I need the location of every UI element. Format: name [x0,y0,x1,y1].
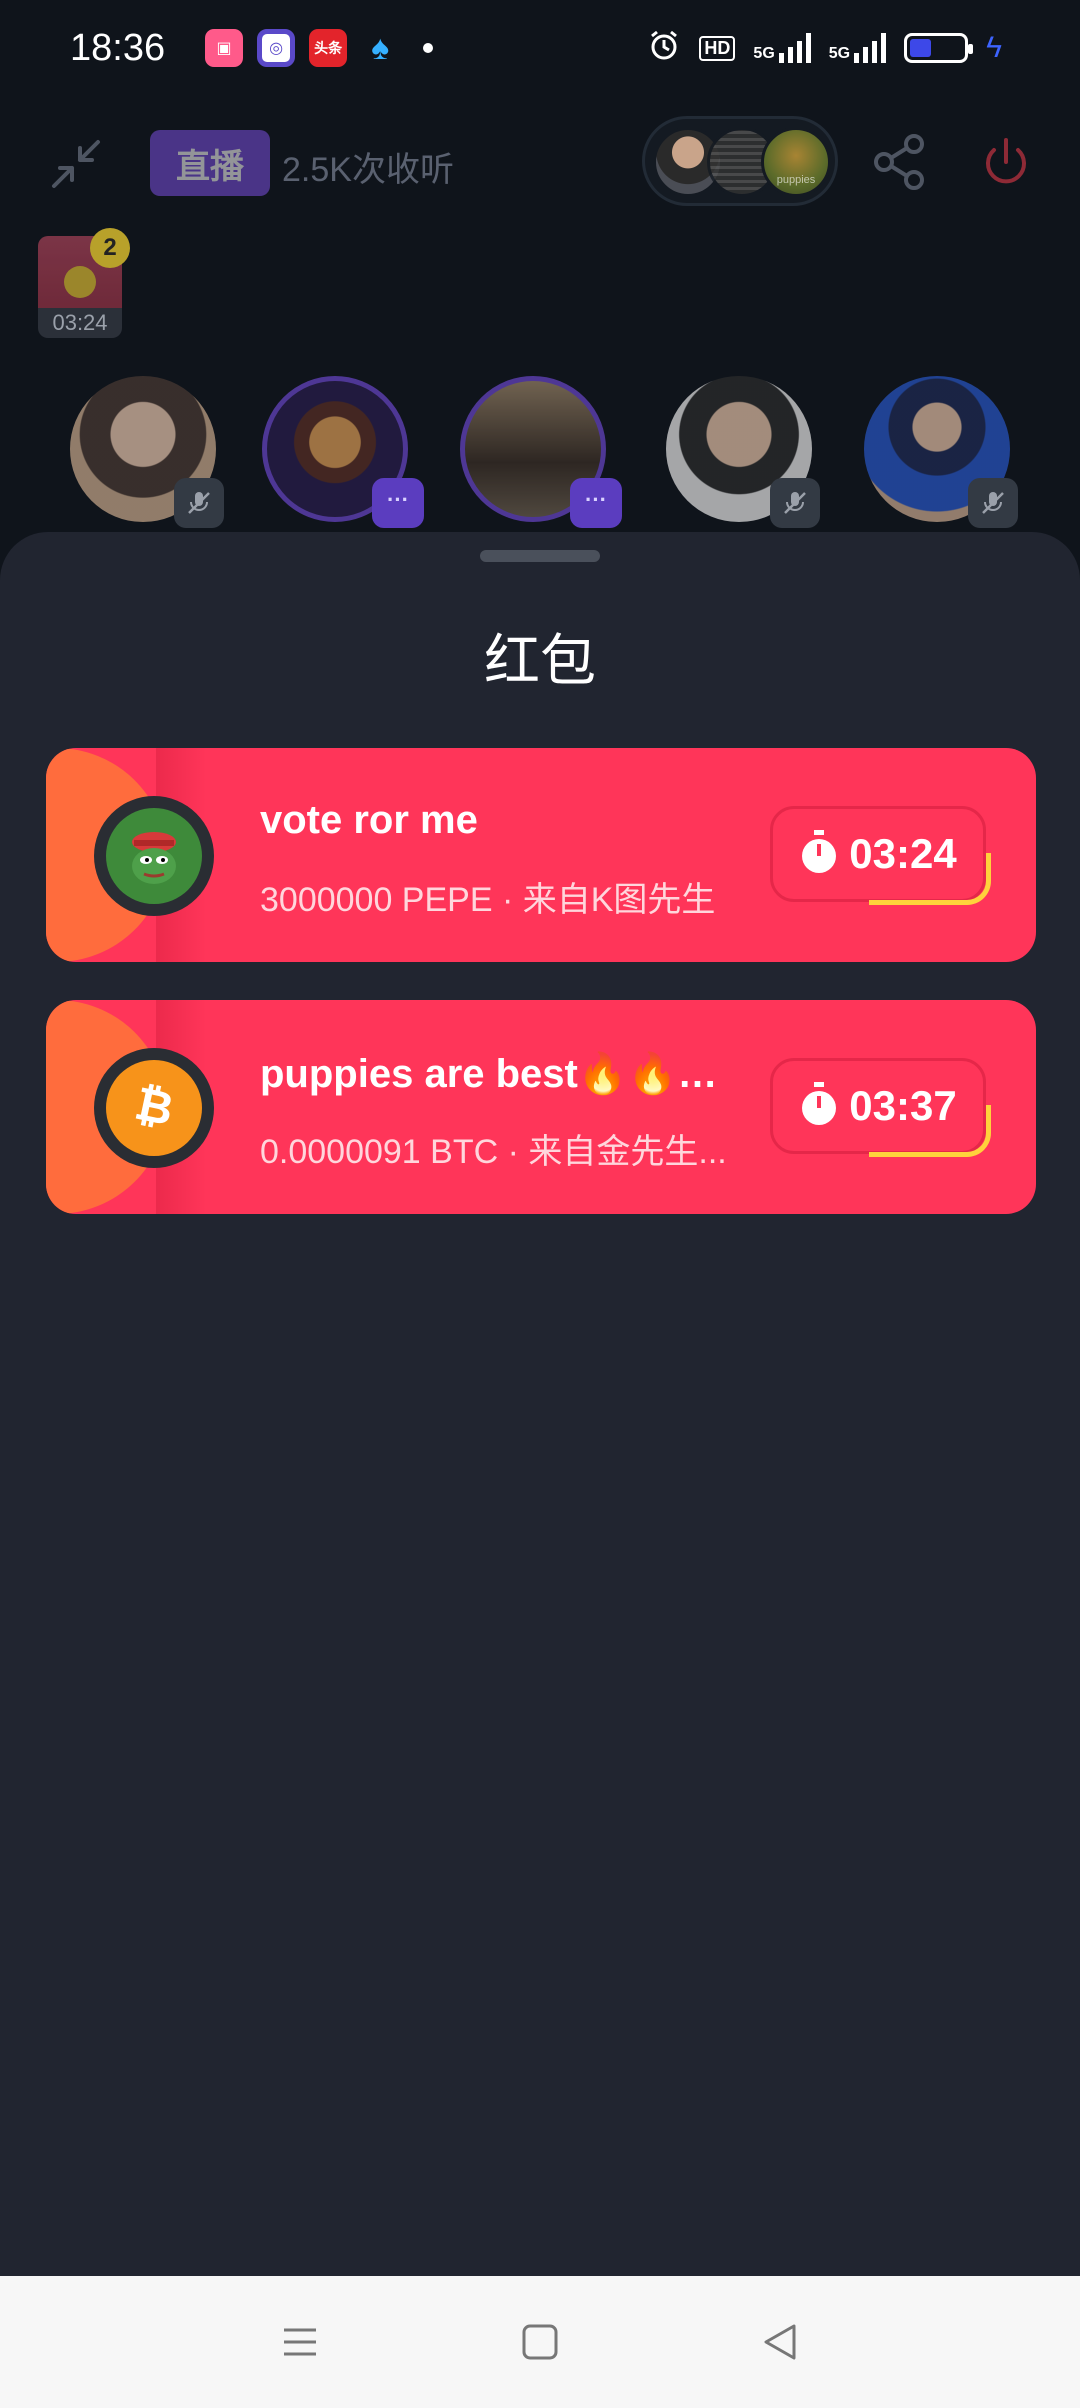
sheet-drag-handle[interactable] [480,550,600,562]
mic-muted-icon [770,478,820,528]
countdown-timer: 03:37 [770,1058,991,1157]
stack-avatar-3: puppies [761,127,831,197]
mic-muted-icon [174,478,224,528]
countdown-timer: 03:24 [770,806,991,905]
pepe-coin-icon [94,796,214,916]
red-envelope-sheet: 红包 vote ror me 3000000 PEPE · 来自K图先生 03:… [0,532,1080,2276]
stopwatch-icon [799,829,839,879]
listen-count: 2.5K次收听 [282,151,454,189]
signal-bars-icon [854,33,887,63]
browser-icon: ◎ [257,29,296,67]
qq-icon: ♠ [371,28,390,67]
back-icon[interactable] [750,2312,810,2372]
pepe-coin-face [106,808,202,904]
card-title: puppies are best🔥🔥🔥... [260,1052,760,1096]
more-icon[interactable]: ··· [570,478,622,528]
system-nav-bar [0,2276,1080,2408]
svg-text:₿: ₿ [130,1078,178,1136]
signal-1: 5G [753,33,811,63]
card-subtitle: 0.0000091 BTC · 来自金先生... [260,1133,727,1171]
bitcoin-coin-face: ₿ [106,1060,202,1156]
stopwatch-icon [799,1081,839,1131]
sheet-title: 红包 [484,629,596,692]
app-root: 18:36 ▣ ◎ 头条 ♠ HD 5G 5G ϟ 直播 2.5K次收听 pup… [0,0,1080,2408]
signal-bars-icon [778,33,811,63]
home-icon[interactable] [510,2312,570,2372]
card-subtitle: 3000000 PEPE · 来自K图先生 [260,881,716,919]
red-envelope-count-badge: 2 [90,228,130,268]
more-icon[interactable]: ··· [372,478,424,528]
net2-label: 5G [828,45,851,62]
red-envelope-card[interactable]: vote ror me 3000000 PEPE · 来自K图先生 03:24 [46,748,1036,962]
hd-icon: HD [699,35,736,61]
mic-muted-icon [968,478,1018,528]
alarm-icon [647,28,681,68]
toutiao-icon: 头条 [309,29,348,67]
more-notifications-dot [423,43,434,53]
power-icon[interactable] [976,132,1036,192]
net1-label: 5G [753,45,775,62]
bilibili-icon: ▣ [205,29,244,67]
live-badge: 直播 [150,130,270,196]
card-title: vote ror me [260,798,478,842]
battery-fill [910,39,931,57]
status-time: 18:36 [70,26,166,69]
share-icon[interactable] [870,132,930,192]
status-bar: 18:36 ▣ ◎ 头条 ♠ HD 5G 5G ϟ [0,0,1080,96]
bitcoin-coin-icon: ₿ [94,1048,214,1168]
timer-progress-arc [869,1105,991,1157]
stack-avatar-3-label: puppies [776,174,816,186]
room-header: 直播 2.5K次收听 puppies [0,110,1080,220]
signal-2: 5G [828,33,887,63]
menu-icon[interactable] [270,2312,330,2372]
red-envelope-card[interactable]: ₿ puppies are best🔥🔥🔥... 0.0000091 BTC ·… [46,1000,1036,1214]
red-envelope-mini-time: 03:24 [38,308,122,338]
coin-icon [64,266,96,298]
listener-avatar-stack[interactable]: puppies [642,116,838,206]
minimize-icon[interactable] [44,132,108,196]
status-right: HD 5G 5G ϟ [647,28,1002,68]
charging-icon: ϟ [986,31,1002,64]
timer-progress-arc [869,853,991,905]
battery-icon [904,33,974,63]
